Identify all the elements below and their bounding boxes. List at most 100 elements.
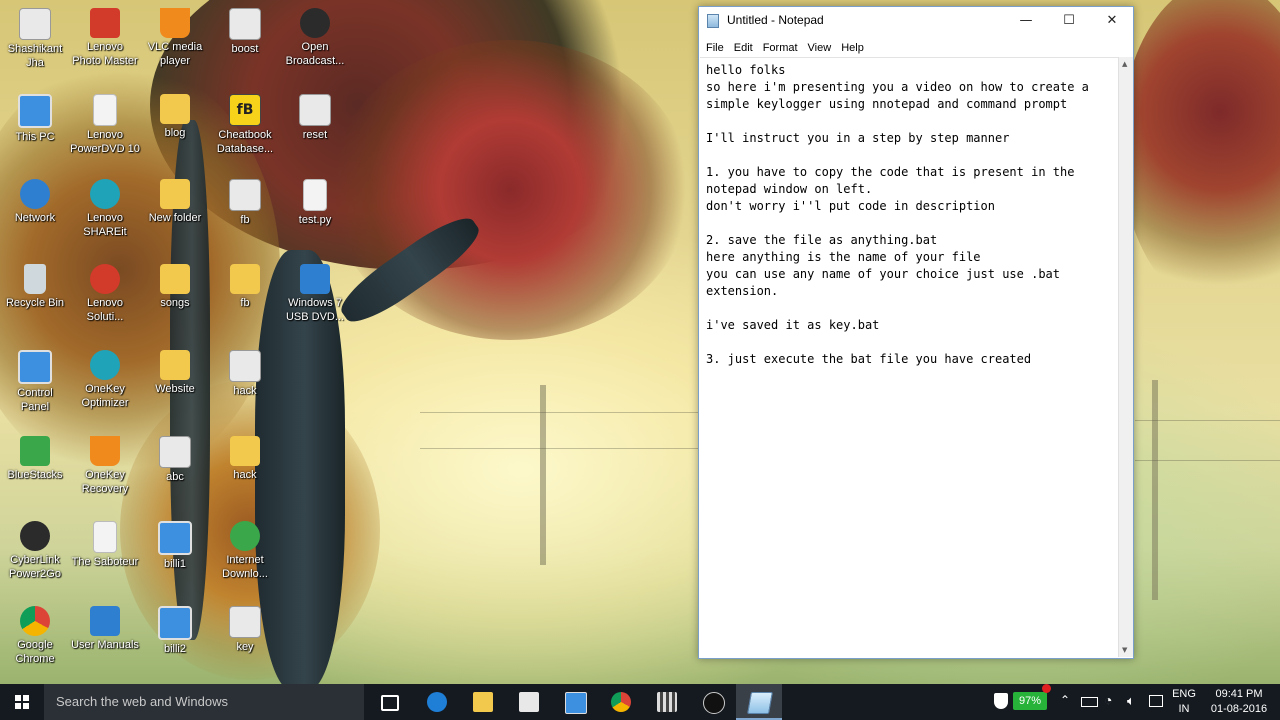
obs-button[interactable]: [690, 684, 736, 720]
desktop-icon-label: Internet Downlo...: [222, 554, 268, 580]
obs-icon: [703, 692, 725, 714]
desktop-icon-this-pc[interactable]: This PC: [0, 90, 70, 174]
desktop-icon-fb-folder[interactable]: fb: [210, 260, 280, 344]
desktop-icon-bluestacks[interactable]: BlueStacks: [0, 432, 70, 516]
desktop-icon-label: CyberLink Power2Go: [9, 554, 61, 580]
obs-icon: [300, 8, 330, 38]
search-box[interactable]: Search the web and Windows: [44, 684, 364, 720]
desktop-icon-label: Google Chrome: [15, 639, 55, 665]
desktop-icon-billi2[interactable]: billi2: [140, 602, 210, 686]
wifi-tray-button[interactable]: ◔: [1103, 684, 1121, 720]
desktop-icon-vlc[interactable]: VLC media player: [140, 4, 210, 88]
scroll-down-icon[interactable]: ▼: [1122, 646, 1127, 654]
settings-file-icon: [229, 606, 261, 638]
text-line: simple keylogger using nnotepad and comm…: [706, 97, 1068, 111]
input-language-indicator[interactable]: ENG IN: [1170, 687, 1198, 717]
desktop-icon-fb-file[interactable]: fb: [210, 175, 280, 259]
battery-percentage[interactable]: 97%: [1013, 692, 1047, 710]
shareit-icon: [90, 179, 120, 209]
desktop-icon-label: hack: [233, 385, 257, 397]
user-manuals-icon: [90, 606, 120, 636]
taskbar-clock[interactable]: 09:41 PM 01-08-2016: [1204, 687, 1274, 717]
desktop-icon-internet-download-manager[interactable]: Internet Downlo...: [210, 517, 280, 601]
security-tray-button[interactable]: [992, 684, 1010, 720]
menu-format[interactable]: Format: [759, 38, 802, 58]
desktop-icon-reset[interactable]: reset: [280, 90, 350, 174]
desktop-icon-the-saboteur[interactable]: The Saboteur: [70, 517, 140, 601]
desktop-icon-shashikant-jha[interactable]: Shashikant Jha: [0, 4, 70, 88]
show-hidden-icons-button[interactable]: ⌃: [1058, 684, 1074, 720]
notepad-app-icon[interactable]: [707, 14, 719, 28]
menu-file[interactable]: File: [702, 38, 728, 58]
maximize-button[interactable]: ☐: [1047, 7, 1091, 35]
clapper-icon: [657, 692, 677, 712]
folder-icon: [160, 350, 190, 380]
menu-help[interactable]: Help: [837, 38, 868, 58]
desktop-icon-google-chrome[interactable]: Google Chrome: [0, 602, 70, 686]
vertical-scrollbar[interactable]: ▲ ▼: [1118, 57, 1133, 657]
desktop-icon-user-manuals[interactable]: User Manuals: [70, 602, 140, 686]
desktop-icon-recycle-bin[interactable]: Recycle Bin: [0, 260, 70, 344]
lenovo-photo-icon: [90, 8, 120, 38]
desktop-icon-lenovo-photo-master[interactable]: Lenovo Photo Master: [70, 4, 140, 88]
text-editor-area[interactable]: hello folks so here i'm presenting you a…: [700, 57, 1118, 657]
monitor-app-button[interactable]: [552, 684, 598, 720]
network-icon: [20, 179, 50, 209]
minimize-button[interactable]: —: [1004, 7, 1048, 35]
edge-button[interactable]: [414, 684, 460, 720]
start-button[interactable]: [0, 684, 44, 720]
desktop-icon-test-py[interactable]: test.py: [280, 175, 350, 259]
desktop-icon-open-broadcaster[interactable]: Open Broadcast...: [280, 4, 350, 88]
desktop-icon-songs[interactable]: songs: [140, 260, 210, 344]
clock-time: 09:41 PM: [1215, 688, 1263, 700]
desktop-icon-lenovo-solution[interactable]: Lenovo Soluti...: [70, 260, 140, 344]
lenovo-solution-icon: [90, 264, 120, 294]
desktop-icon-lenovo-powerdvd[interactable]: Lenovo PowerDVD 10: [70, 90, 140, 174]
desktop-icon-hack-file[interactable]: hack: [210, 346, 280, 430]
message-icon: [1149, 695, 1163, 707]
desktop-icon-lenovo-shareit[interactable]: Lenovo SHAREit: [70, 175, 140, 259]
settings-file-icon: [229, 179, 261, 211]
wallpaper-fence-wire: [420, 448, 700, 449]
desktop-icon-hack-folder[interactable]: hack: [210, 432, 280, 516]
menu-view[interactable]: View: [804, 38, 836, 58]
scroll-up-icon[interactable]: ▲: [1122, 60, 1127, 68]
desktop-icon-cheatbook[interactable]: fB Cheatbook Database...: [210, 90, 280, 174]
store-button[interactable]: [506, 684, 552, 720]
desktop-icon-abc[interactable]: abc: [140, 432, 210, 516]
desktop-icon-network[interactable]: Network: [0, 175, 70, 259]
desktop-icon-key[interactable]: key: [210, 602, 280, 686]
menu-edit[interactable]: Edit: [730, 38, 757, 58]
notepad-taskbar-button[interactable]: [736, 684, 782, 720]
computer-icon: [18, 94, 52, 128]
desktop-icon-label: Control Panel: [17, 387, 53, 413]
monitor-app-icon: [565, 692, 587, 714]
desktop-icon-onekey-optimizer[interactable]: OneKey Optimizer: [70, 346, 140, 430]
text-line: [706, 300, 1118, 317]
clapper-app-button[interactable]: [644, 684, 690, 720]
desktop-icon-label: blog: [164, 127, 186, 139]
desktop-icon-blog[interactable]: blog: [140, 90, 210, 174]
close-button[interactable]: ✕: [1090, 7, 1134, 35]
file-explorer-button[interactable]: [460, 684, 506, 720]
desktop-icon-label: fb: [240, 297, 250, 309]
task-view-button[interactable]: [367, 684, 413, 720]
power-tray-button[interactable]: [1080, 684, 1098, 720]
desktop-icon-label: New folder: [148, 212, 202, 224]
notepad-window[interactable]: Untitled - Notepad — ☐ ✕ File Edit Format V…: [698, 6, 1134, 659]
folder-icon: [230, 264, 260, 294]
desktop-icon-boost[interactable]: boost: [210, 4, 280, 88]
desktop-icon-control-panel[interactable]: Control Panel: [0, 346, 70, 430]
desktop-icon-onekey-recovery[interactable]: OneKey Recovery: [70, 432, 140, 516]
idm-icon: [230, 521, 260, 551]
notepad-title-bar[interactable]: Untitled - Notepad — ☐ ✕: [699, 7, 1133, 35]
action-center-button[interactable]: [1147, 684, 1165, 720]
desktop-icon-billi1[interactable]: billi1: [140, 517, 210, 601]
desktop-icon-new-folder[interactable]: New folder: [140, 175, 210, 259]
chrome-button[interactable]: [598, 684, 644, 720]
desktop-icon-cyberlink[interactable]: CyberLink Power2Go: [0, 517, 70, 601]
user-folder-icon: [19, 8, 51, 40]
desktop-icon-windows7-usb-dvd[interactable]: Windows 7 USB DVD...: [280, 260, 350, 344]
volume-tray-button[interactable]: 🔈︎: [1125, 684, 1143, 720]
desktop-icon-website[interactable]: Website: [140, 346, 210, 430]
